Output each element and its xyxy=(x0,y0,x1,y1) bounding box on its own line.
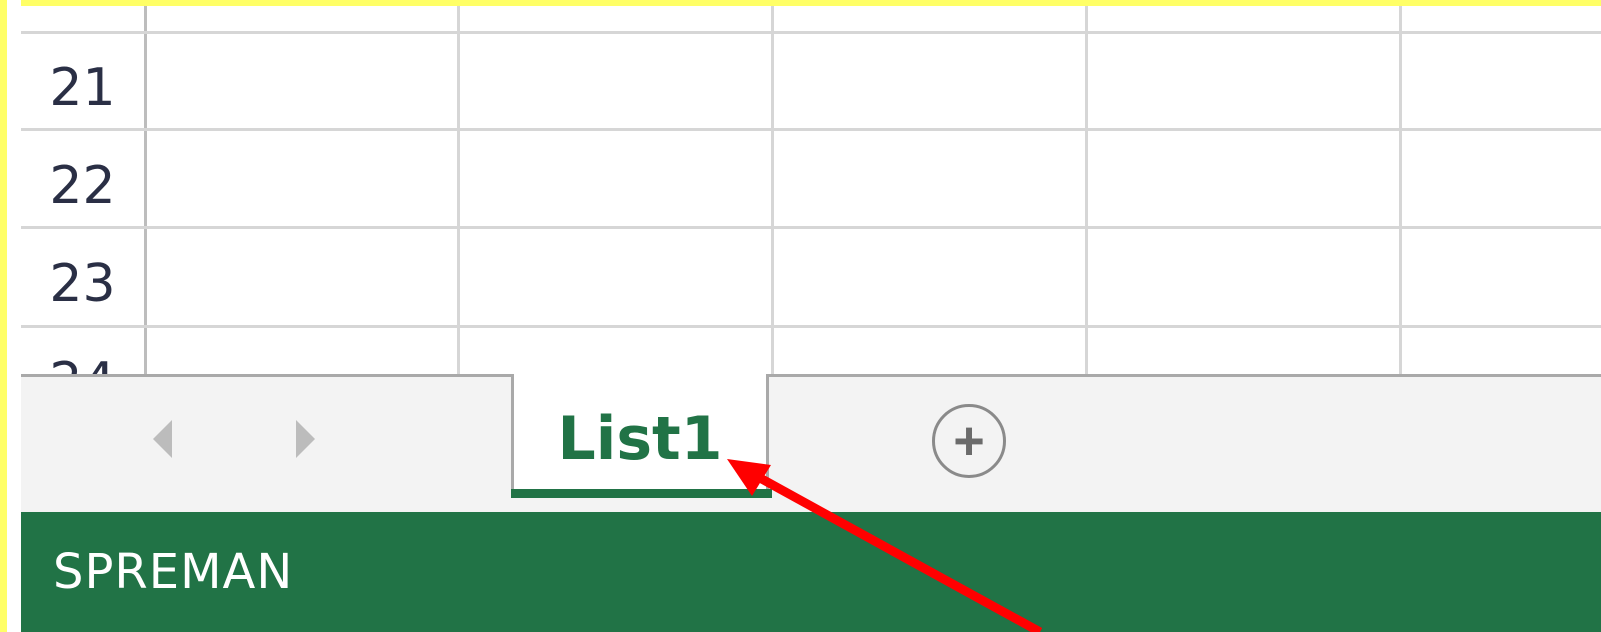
row-divider xyxy=(21,226,1601,229)
column-divider xyxy=(457,6,460,380)
sheet-tab-bar xyxy=(21,374,1601,512)
row-header-23[interactable]: 23 xyxy=(21,258,144,310)
status-mode: SPREMAN xyxy=(53,544,294,600)
tab-bar-border xyxy=(766,374,1601,377)
tab-bar-border xyxy=(21,374,514,377)
screenshot-frame-left xyxy=(0,0,7,632)
column-divider xyxy=(1085,6,1088,380)
active-tab-indicator xyxy=(511,489,772,498)
scroll-tabs-left-icon[interactable] xyxy=(153,420,172,458)
worksheet-grid[interactable]: 21 22 23 24 xyxy=(21,6,1601,380)
status-bar: SPREMAN xyxy=(21,512,1601,632)
row-header-border xyxy=(144,6,147,380)
row-divider xyxy=(21,325,1601,328)
row-header-21[interactable]: 21 xyxy=(21,62,144,114)
plus-circle-icon[interactable]: + xyxy=(932,404,1006,478)
column-divider xyxy=(771,6,774,380)
scroll-tabs-right-icon[interactable] xyxy=(296,420,315,458)
frame-gutter xyxy=(7,0,21,632)
row-divider xyxy=(21,31,1601,34)
sheet-tab-active[interactable]: List1 xyxy=(511,374,772,498)
sheet-tab-label: List1 xyxy=(557,404,723,474)
row-header-22[interactable]: 22 xyxy=(21,160,144,212)
column-divider xyxy=(1399,6,1402,380)
row-divider xyxy=(21,128,1601,131)
